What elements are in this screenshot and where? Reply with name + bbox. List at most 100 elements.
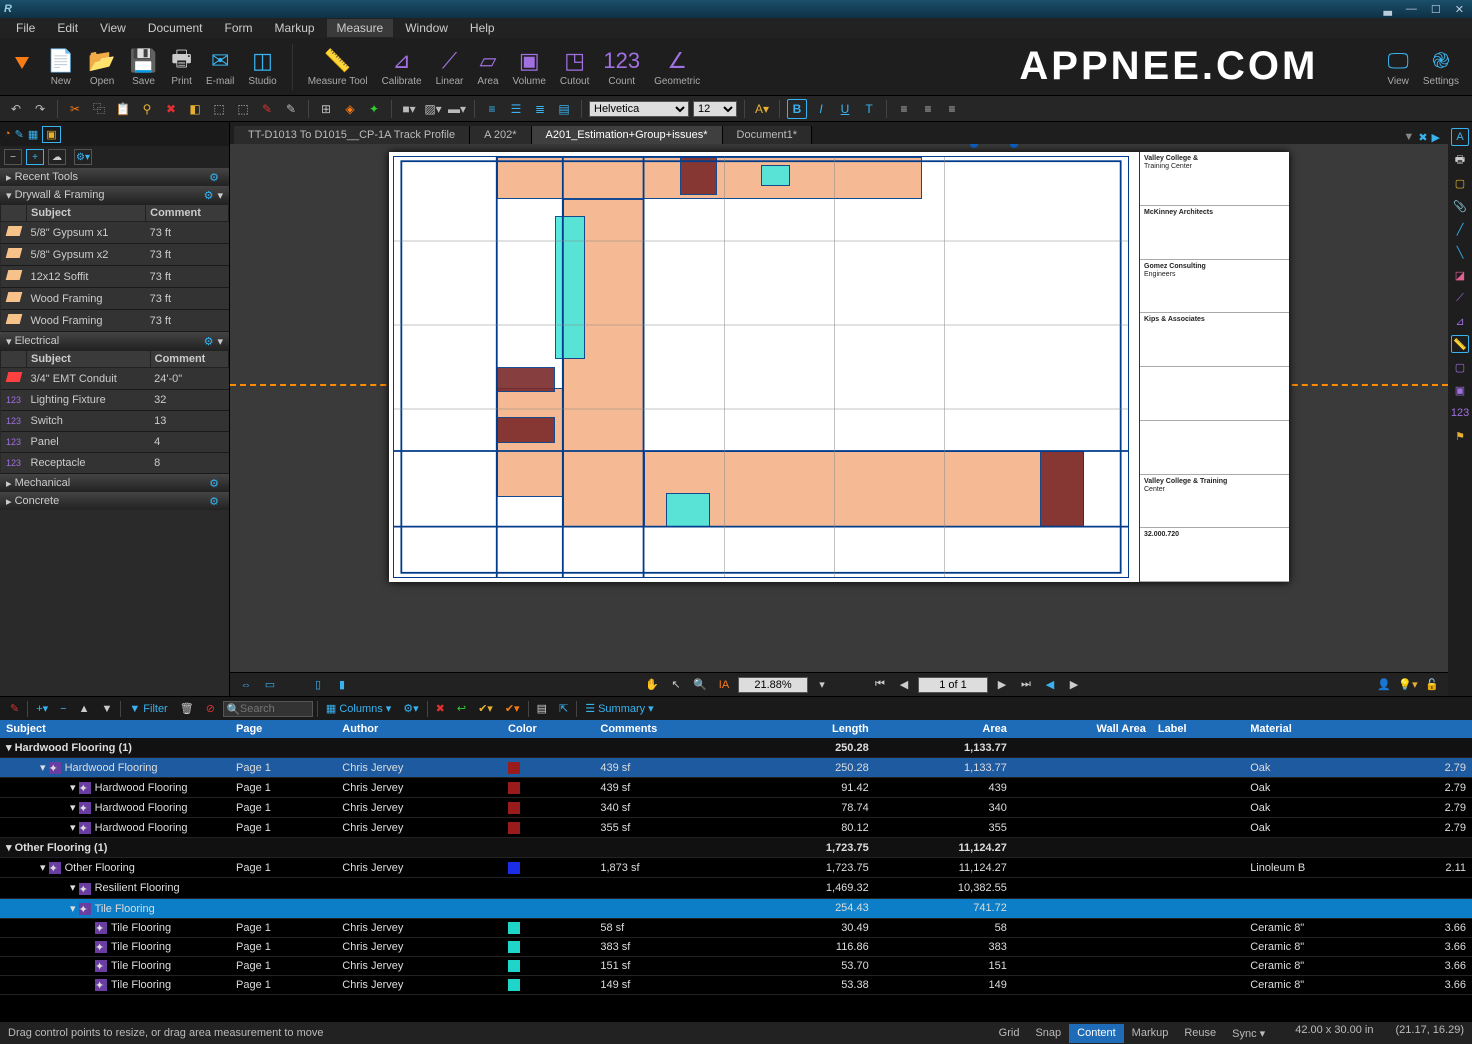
cube-icon[interactable]: ▣ bbox=[1451, 381, 1469, 399]
text-tool-icon[interactable]: A bbox=[1451, 128, 1469, 146]
ribbon-area[interactable]: ▱Area bbox=[470, 47, 505, 87]
group-icon[interactable]: ⊞ bbox=[316, 99, 336, 119]
zoom-dropdown-icon[interactable]: ▾ bbox=[812, 676, 832, 694]
section-header[interactable]: ▾ Drywall & Framing⚙▾ bbox=[0, 186, 229, 204]
ribbon-studio[interactable]: ◫Studio bbox=[241, 47, 283, 87]
tool-row[interactable]: 123Lighting Fixture32 bbox=[1, 390, 229, 411]
flag-icon[interactable]: ⚑ bbox=[1451, 427, 1469, 445]
ribbon-geometric[interactable]: ∠Geometric bbox=[647, 47, 707, 87]
grid-row[interactable]: ▾ ✦Resilient Flooring 1,469.32 10,382.55 bbox=[0, 878, 1472, 898]
window-close-icon[interactable]: ✕ bbox=[1451, 3, 1468, 16]
tab-menu-icon[interactable]: ▼ bbox=[1403, 131, 1414, 144]
section-header[interactable]: ▾ Electrical⚙▾ bbox=[0, 332, 229, 350]
grid-column-header[interactable]: Comments bbox=[594, 720, 750, 738]
prev-page-icon[interactable]: ◀ bbox=[894, 676, 914, 694]
menu-form[interactable]: Form bbox=[215, 19, 263, 37]
paste-icon[interactable]: 📋 bbox=[113, 99, 133, 119]
align-icon[interactable]: ≡ bbox=[894, 99, 914, 119]
ribbon-linear[interactable]: ⟋Linear bbox=[429, 47, 471, 87]
zoom-input[interactable] bbox=[738, 677, 808, 693]
align-left-icon[interactable]: ≡ bbox=[482, 99, 502, 119]
grid-row[interactable]: ✦Tile Flooring Page 1 Chris Jervey 151 s… bbox=[0, 956, 1472, 975]
line-tool-icon[interactable]: ╱ bbox=[1451, 220, 1469, 238]
add-icon[interactable]: +▾ bbox=[32, 700, 52, 718]
bulb-icon[interactable]: 💡▾ bbox=[1398, 676, 1418, 694]
status-toggle-markup[interactable]: Markup bbox=[1124, 1024, 1177, 1043]
count-icon[interactable]: 123 bbox=[1451, 404, 1469, 422]
gear-icon[interactable]: ⚙ bbox=[209, 495, 219, 508]
panel-tab-icon[interactable]: ▦ bbox=[28, 128, 38, 141]
summary-button[interactable]: ☰ Summary ▾ bbox=[581, 700, 657, 718]
tool-icon[interactable]: ⬚ bbox=[233, 99, 253, 119]
bold-icon[interactable]: B bbox=[787, 99, 807, 119]
fill-icon[interactable]: ▨▾ bbox=[423, 99, 443, 119]
gear-icon[interactable]: ⚙▾ bbox=[399, 700, 422, 718]
tool-row[interactable]: Wood Framing73 ft bbox=[1, 310, 229, 332]
reply-icon[interactable]: ↩ bbox=[453, 700, 470, 718]
document-tab[interactable]: TT-D1013 To D1015__CP-1A Track Profile bbox=[234, 126, 470, 144]
cloud-icon[interactable]: ☁ bbox=[48, 149, 66, 165]
grid-row[interactable]: ▾ Other Flooring (1) 1,723.75 11,124.27 bbox=[0, 838, 1472, 858]
grid-column-header[interactable]: Page bbox=[230, 720, 336, 738]
line-icon[interactable]: ▬▾ bbox=[447, 99, 467, 119]
menu-view[interactable]: View bbox=[90, 19, 136, 37]
checkmark-icon[interactable]: ✔▾ bbox=[501, 700, 524, 718]
section-header[interactable]: ▸ Mechanical⚙ bbox=[0, 474, 229, 492]
status-toggle-sync[interactable]: Sync ▾ bbox=[1224, 1024, 1273, 1043]
markup-grid[interactable]: SubjectPageAuthorColorCommentsLengthArea… bbox=[0, 720, 1472, 995]
grid-column-header[interactable] bbox=[1396, 720, 1472, 738]
status-toggle-content[interactable]: Content bbox=[1069, 1024, 1124, 1043]
tool-row[interactable]: 123Switch13 bbox=[1, 411, 229, 432]
measure-icon[interactable]: ⟋ bbox=[1451, 289, 1469, 307]
grid-row[interactable]: ▾ ✦Hardwood Flooring Page 1 Chris Jervey… bbox=[0, 818, 1472, 838]
export-icon[interactable]: ▤ bbox=[533, 700, 551, 718]
document-tab[interactable]: A 202* bbox=[470, 126, 531, 144]
fontsize-select[interactable]: 12 bbox=[693, 101, 737, 117]
grid-row[interactable]: ▾ ✦Hardwood Flooring Page 1 Chris Jervey… bbox=[0, 798, 1472, 818]
grid-column-header[interactable]: Color bbox=[502, 720, 594, 738]
ribbon-cutout[interactable]: ◳Cutout bbox=[553, 47, 596, 87]
panel-tab-icon[interactable]: ▣ bbox=[42, 126, 60, 143]
zoom-icon[interactable]: 🔍 bbox=[690, 676, 710, 694]
tool-row[interactable]: 5/8" Gypsum x273 ft bbox=[1, 244, 229, 266]
document-tab[interactable]: Document1* bbox=[723, 126, 813, 144]
tab-close-icon[interactable]: ✖ bbox=[1418, 131, 1427, 144]
grid-row[interactable]: ▾ ✦Hardwood Flooring Page 1 Chris Jervey… bbox=[0, 758, 1472, 778]
font-select[interactable]: Helvetica bbox=[589, 101, 689, 117]
undo-icon[interactable]: ↶ bbox=[6, 99, 26, 119]
attach-icon[interactable]: 📎 bbox=[1451, 197, 1469, 215]
grid-column-header[interactable]: Label bbox=[1152, 720, 1244, 738]
canvas[interactable]: Valley College &Training CenterMcKinney … bbox=[230, 144, 1448, 672]
eraser-icon[interactable]: ◪ bbox=[1451, 266, 1469, 284]
grid-row[interactable]: ▾ Hardwood Flooring (1) 250.28 1,133.77 bbox=[0, 738, 1472, 758]
print-icon[interactable]: 🖶 bbox=[1451, 151, 1469, 169]
align-icon[interactable]: ≡ bbox=[918, 99, 938, 119]
page-view[interactable]: Valley College &Training CenterMcKinney … bbox=[389, 152, 1289, 582]
italic-icon[interactable]: I bbox=[811, 99, 831, 119]
menu-document[interactable]: Document bbox=[138, 19, 213, 37]
gear-icon[interactable]: ⚙ bbox=[209, 171, 219, 184]
pen-icon[interactable]: ✎ bbox=[257, 99, 277, 119]
import-icon[interactable]: ⇱ bbox=[555, 700, 572, 718]
tool-row[interactable]: 12x12 Soffit73 ft bbox=[1, 266, 229, 288]
document-tab[interactable]: A201_Estimation+Group+issues* bbox=[532, 126, 723, 144]
gear-icon[interactable]: ⚙▾ bbox=[74, 149, 92, 165]
fit-page-icon[interactable]: ▭ bbox=[260, 676, 280, 694]
tab-nav-icon[interactable]: ▶ bbox=[1432, 131, 1440, 144]
grid-row[interactable]: ✦Tile Flooring Page 1 Chris Jervey 149 s… bbox=[0, 975, 1472, 994]
markup-panel-icon[interactable]: ✎ bbox=[6, 700, 23, 718]
menu-measure[interactable]: Measure bbox=[327, 19, 394, 37]
gear-icon[interactable]: ⚙ bbox=[204, 189, 214, 202]
down-icon[interactable]: ▼ bbox=[98, 700, 117, 718]
menu-window[interactable]: Window bbox=[395, 19, 458, 37]
grid-column-header[interactable]: Wall Area bbox=[1013, 720, 1152, 738]
last-page-icon[interactable]: ⏭ bbox=[1016, 676, 1036, 694]
note-icon[interactable]: ▢ bbox=[1451, 174, 1469, 192]
continuous-icon[interactable]: ▮ bbox=[332, 676, 352, 694]
grid-row[interactable]: ▾ ✦Other Flooring Page 1 Chris Jervey 1,… bbox=[0, 858, 1472, 878]
tool-row[interactable]: 3/4" EMT Conduit24'-0" bbox=[1, 368, 229, 390]
shape-icon[interactable]: ▢ bbox=[1451, 358, 1469, 376]
tool-icon[interactable]: ⬚ bbox=[209, 99, 229, 119]
window-minimize-icon[interactable]: — bbox=[1402, 3, 1421, 16]
gear-icon[interactable]: ⚙ bbox=[204, 335, 214, 348]
